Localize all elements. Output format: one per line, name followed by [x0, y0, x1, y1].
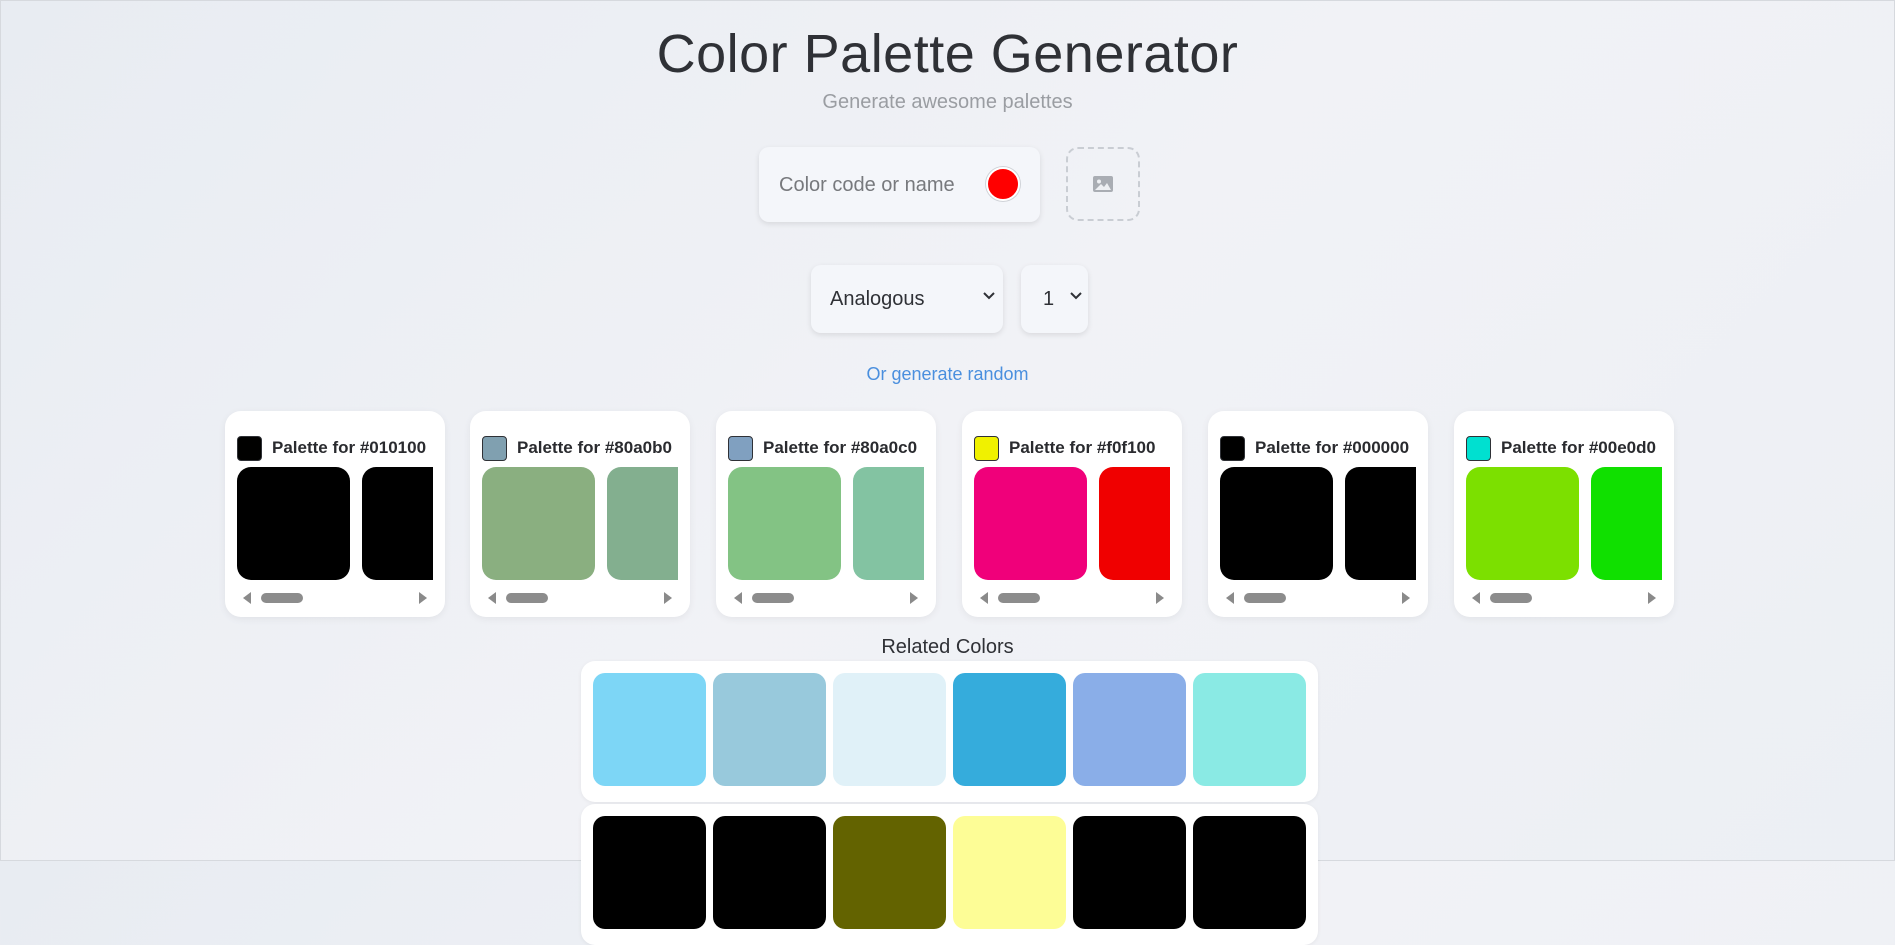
- horizontal-scrollbar[interactable]: [728, 589, 924, 605]
- palette-color-swatch[interactable]: [728, 467, 841, 580]
- palette-color-swatch[interactable]: [1099, 467, 1170, 580]
- related-color-swatch[interactable]: [833, 673, 946, 786]
- page-subtitle: Generate awesome palettes: [822, 91, 1073, 113]
- related-color-swatch[interactable]: [713, 816, 826, 929]
- palette-card[interactable]: Palette for #80a0c0: [716, 411, 936, 617]
- palette-base-swatch: [482, 436, 507, 461]
- related-color-swatch[interactable]: [1193, 816, 1306, 929]
- related-color-swatch[interactable]: [1073, 816, 1186, 929]
- page-title: Color Palette Generator: [656, 24, 1239, 84]
- palette-base-swatch: [1220, 436, 1245, 461]
- palette-swatch-strip[interactable]: [482, 467, 678, 581]
- scroll-left-icon[interactable]: [1226, 592, 1234, 604]
- palette-title: Palette for #00e0d0: [1501, 438, 1656, 457]
- palette-base-swatch: [728, 436, 753, 461]
- image-icon: [1093, 176, 1113, 192]
- related-color-swatch[interactable]: [953, 673, 1066, 786]
- palette-color-swatch[interactable]: [974, 467, 1087, 580]
- palette-count-value: 1: [1043, 288, 1055, 310]
- generate-random-link[interactable]: Or generate random: [1, 364, 1894, 385]
- related-color-swatch[interactable]: [953, 816, 1066, 929]
- palette-title: Palette for #000000: [1255, 438, 1410, 457]
- color-input[interactable]: [777, 169, 981, 201]
- scrollbar-thumb[interactable]: [998, 593, 1040, 603]
- horizontal-scrollbar[interactable]: [1466, 589, 1662, 605]
- related-color-swatch[interactable]: [1193, 673, 1306, 786]
- related-color-swatch[interactable]: [593, 816, 706, 929]
- palette-swatch-strip[interactable]: [974, 467, 1170, 581]
- scrollbar-thumb[interactable]: [261, 593, 303, 603]
- palette-swatch-strip[interactable]: [1220, 467, 1416, 581]
- horizontal-scrollbar[interactable]: [237, 589, 433, 605]
- palette-card[interactable]: Palette for #000000: [1208, 411, 1428, 617]
- scroll-left-icon[interactable]: [488, 592, 496, 604]
- chevron-down-icon: [983, 292, 995, 300]
- scroll-left-icon[interactable]: [243, 592, 251, 604]
- palette-color-swatch[interactable]: [1220, 467, 1333, 580]
- scroll-left-icon[interactable]: [1472, 592, 1480, 604]
- palette-color-swatch[interactable]: [1345, 467, 1416, 580]
- scroll-right-icon[interactable]: [419, 592, 427, 604]
- palette-card[interactable]: Palette for #00e0d0: [1454, 411, 1674, 617]
- palette-base-swatch: [1466, 436, 1491, 461]
- scroll-right-icon[interactable]: [1648, 592, 1656, 604]
- palette-base-swatch: [974, 436, 999, 461]
- scrollbar-thumb[interactable]: [506, 593, 548, 603]
- palette-title: Palette for #010100: [272, 438, 427, 457]
- color-picker-swatch[interactable]: [986, 167, 1020, 201]
- scroll-left-icon[interactable]: [734, 592, 742, 604]
- related-color-swatch[interactable]: [1073, 673, 1186, 786]
- related-colors-row: [581, 804, 1318, 945]
- palette-card[interactable]: Palette for #010100: [225, 411, 445, 617]
- image-upload-button[interactable]: [1066, 147, 1140, 221]
- palette-title: Palette for #80a0b0: [517, 438, 672, 457]
- chevron-down-icon: [1070, 292, 1082, 300]
- scroll-right-icon[interactable]: [664, 592, 672, 604]
- scrollbar-thumb[interactable]: [1244, 593, 1286, 603]
- palette-base-swatch: [237, 436, 262, 461]
- palette-mode-value: Analogous: [830, 288, 925, 310]
- palette-card[interactable]: Palette for #f0f100: [962, 411, 1182, 617]
- horizontal-scrollbar[interactable]: [1220, 589, 1416, 605]
- horizontal-scrollbar[interactable]: [482, 589, 678, 605]
- scroll-right-icon[interactable]: [1156, 592, 1164, 604]
- scroll-right-icon[interactable]: [910, 592, 918, 604]
- palette-color-swatch[interactable]: [1591, 467, 1662, 580]
- scroll-left-icon[interactable]: [980, 592, 988, 604]
- palette-color-swatch[interactable]: [1466, 467, 1579, 580]
- horizontal-scrollbar[interactable]: [974, 589, 1170, 605]
- palette-mode-select[interactable]: Analogous: [811, 265, 1003, 333]
- scrollbar-thumb[interactable]: [1490, 593, 1532, 603]
- scrollbar-thumb[interactable]: [752, 593, 794, 603]
- related-color-swatch[interactable]: [593, 673, 706, 786]
- scroll-right-icon[interactable]: [1402, 592, 1410, 604]
- palette-card[interactable]: Palette for #80a0b0: [470, 411, 690, 617]
- palette-color-swatch[interactable]: [607, 467, 678, 580]
- related-color-swatch[interactable]: [833, 816, 946, 929]
- palette-swatch-strip[interactable]: [1466, 467, 1662, 581]
- related-colors-row: [581, 661, 1318, 802]
- palette-color-swatch[interactable]: [237, 467, 350, 580]
- related-colors-heading: Related Colors: [881, 636, 1014, 658]
- palette-title: Palette for #80a0c0: [763, 438, 918, 457]
- palette-color-swatch[interactable]: [362, 467, 433, 580]
- palette-swatch-strip[interactable]: [728, 467, 924, 581]
- color-input-container: [759, 147, 1040, 222]
- palette-count-select[interactable]: 1: [1021, 265, 1088, 333]
- palette-color-swatch[interactable]: [853, 467, 924, 580]
- palette-swatch-strip[interactable]: [237, 467, 433, 581]
- palette-title: Palette for #f0f100: [1009, 438, 1156, 457]
- palette-color-swatch[interactable]: [482, 467, 595, 580]
- related-color-swatch[interactable]: [713, 673, 826, 786]
